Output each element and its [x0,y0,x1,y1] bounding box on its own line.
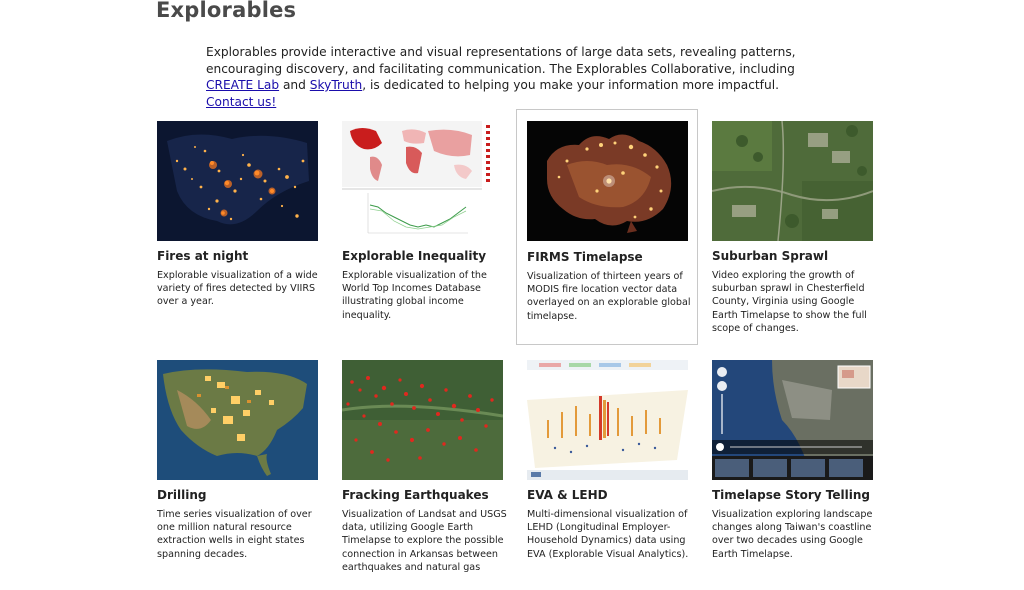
card-description: Multi-dimensional visualization of LEHD … [527,509,689,560]
australia-fire-map-icon[interactable] [527,121,688,241]
card-title[interactable]: Timelapse Story Telling [712,488,882,502]
card-title[interactable]: Fracking Earthquakes [342,488,512,502]
card-firms-timelapse[interactable]: FIRMS Timelapse Visualization of thirtee… [516,109,698,345]
card-description: Video exploring the growth of suburban s… [712,270,867,334]
earthquake-dots-map-icon[interactable] [342,360,503,480]
us-wells-map-icon[interactable] [157,360,318,480]
coastline-timelapse-icon[interactable] [712,360,873,480]
card-description: Visualization of Landsat and USGS data, … [342,509,507,573]
card-title[interactable]: FIRMS Timelapse [527,250,697,264]
explorables-grid: Fires at night Explorable visualization … [0,0,1024,577]
card-description: Time series visualization of over one mi… [157,509,312,560]
card-suburban-sprawl[interactable]: Suburban Sprawl Video exploring the grow… [712,121,882,351]
card-drilling[interactable]: Drilling Time series visualization of ov… [157,360,327,590]
card-eva-lehd[interactable]: EVA & LEHD Multi-dimensional visualizati… [527,360,697,590]
card-title[interactable]: Explorable Inequality [342,249,512,263]
night-fire-map-icon[interactable] [157,121,318,241]
card-description: Visualization of thirteen years of MODIS… [527,271,691,322]
card-title[interactable]: EVA & LEHD [527,488,697,502]
card-description: Explorable visualization of the World To… [342,270,487,321]
card-timelapse-story-telling[interactable]: Timelapse Story Telling Visualization ex… [712,360,882,590]
card-description: Visualization exploring landscape change… [712,509,873,560]
employment-3d-map-icon[interactable] [527,360,688,480]
card-title[interactable]: Suburban Sprawl [712,249,882,263]
world-choropleth-chart-icon[interactable] [342,121,503,241]
card-title[interactable]: Fires at night [157,249,327,263]
card-description: Explorable visualization of a wide varie… [157,270,318,308]
satellite-sprawl-icon[interactable] [712,121,873,241]
card-explorable-inequality[interactable]: Explorable Inequality Explorable visuali… [342,121,512,351]
card-fracking-earthquakes[interactable]: Fracking Earthquakes Visualization of La… [342,360,512,590]
card-fires-at-night[interactable]: Fires at night Explorable visualization … [157,121,327,351]
card-title[interactable]: Drilling [157,488,327,502]
